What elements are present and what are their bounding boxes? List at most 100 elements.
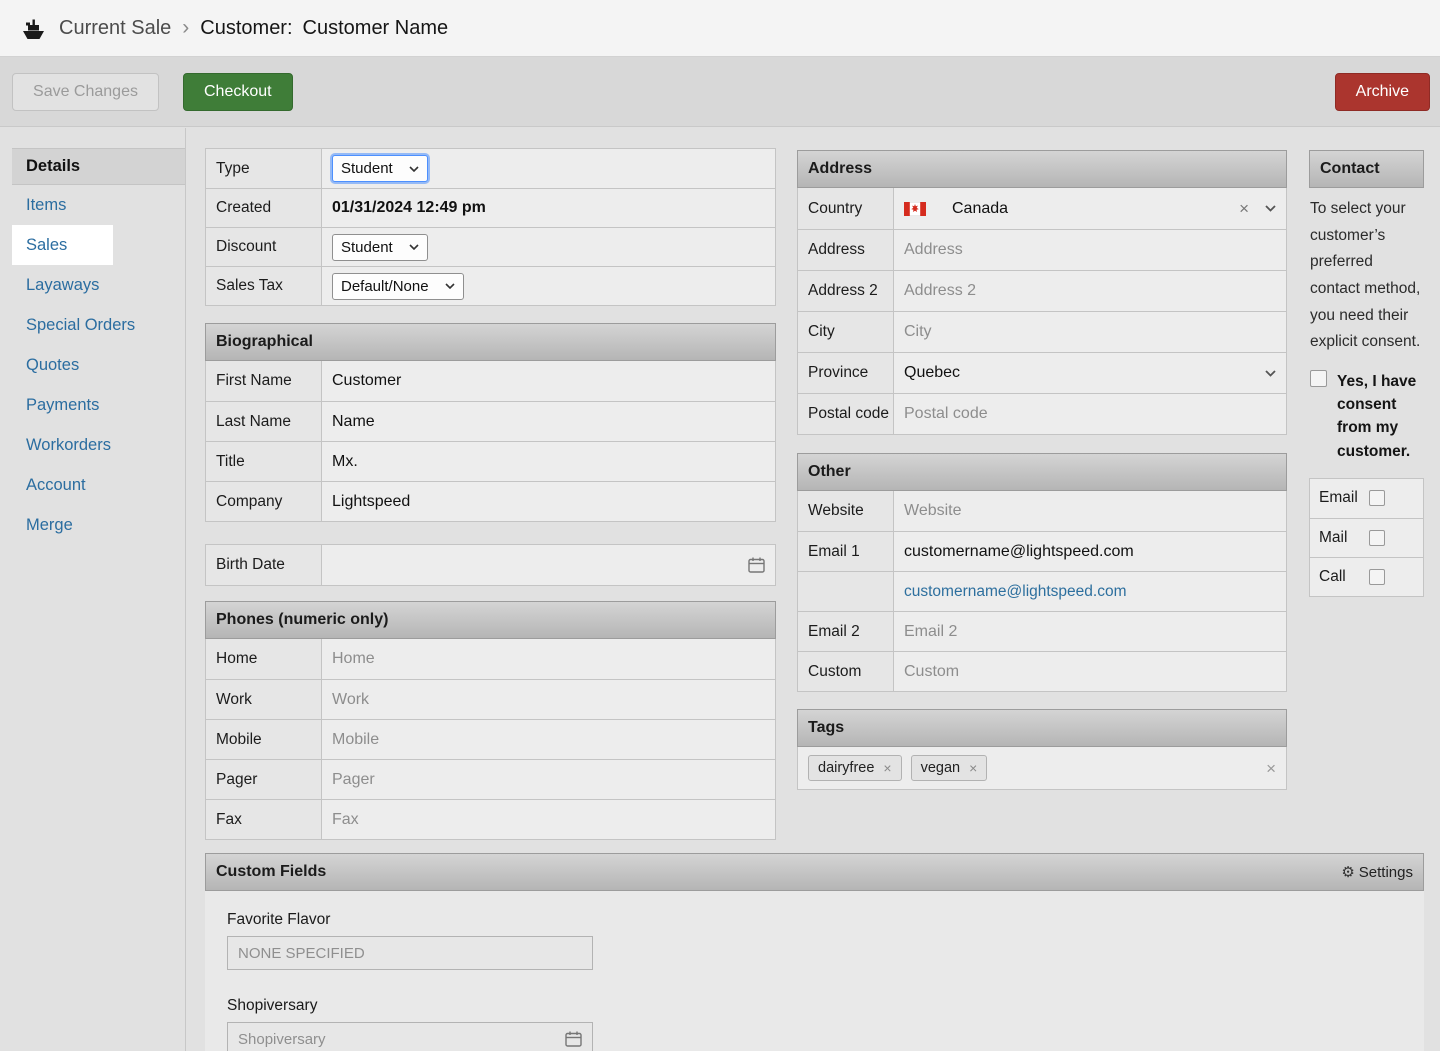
email1-mailto-link[interactable]: customername@lightspeed.com [904, 583, 1127, 601]
custom-input[interactable] [904, 663, 1276, 681]
province-row: Province Quebec [798, 352, 1286, 393]
discount-select[interactable]: Student [332, 234, 428, 261]
province-select[interactable]: Quebec [894, 353, 1286, 393]
customer-name: Customer Name [303, 17, 449, 39]
email1-input[interactable] [904, 543, 1276, 561]
save-changes-button[interactable]: Save Changes [12, 73, 159, 111]
archive-button[interactable]: Archive [1335, 73, 1430, 111]
sales-tax-select-value: Default/None [341, 278, 429, 295]
address-input[interactable] [904, 241, 1276, 259]
chevron-down-icon[interactable] [1265, 205, 1276, 212]
sidebar-item-account[interactable]: Account [12, 465, 185, 505]
consent-checkbox[interactable] [1310, 370, 1327, 387]
sidebar-item-sales[interactable]: Sales [12, 225, 113, 265]
mobile-phone-row: Mobile [206, 719, 775, 759]
tag-chip-dairyfree: dairyfree × [808, 755, 902, 781]
email2-label: Email 2 [798, 612, 894, 651]
other-section-header: Other [797, 453, 1287, 491]
favorite-flavor-input[interactable] [238, 945, 582, 962]
work-phone-label: Work [206, 680, 322, 719]
page-title: Customer:Customer Name [200, 17, 448, 40]
title-label: Title [206, 442, 322, 481]
pager-phone-input[interactable] [332, 771, 765, 789]
shopiversary-label: Shopiversary [227, 997, 1424, 1015]
contact-method-call: Call [1310, 557, 1423, 596]
remove-tag-icon[interactable]: × [883, 761, 891, 775]
birth-date-input[interactable] [332, 556, 748, 574]
sidebar-item-items[interactable]: Items [12, 185, 185, 225]
country-select[interactable]: Canada × [894, 188, 1286, 229]
website-input[interactable] [904, 502, 1276, 520]
fax-phone-row: Fax [206, 799, 775, 839]
gear-icon: ⚙ [1341, 863, 1354, 881]
sidebar-item-special-orders[interactable]: Special Orders [12, 305, 185, 345]
city-input[interactable] [904, 323, 1276, 341]
address-section-header: Address [797, 150, 1287, 188]
remove-tag-icon[interactable]: × [969, 761, 977, 775]
city-label: City [798, 312, 894, 352]
chevron-down-icon [409, 244, 419, 250]
call-method-checkbox[interactable] [1369, 569, 1385, 585]
sales-tax-select[interactable]: Default/None [332, 273, 464, 300]
calendar-icon[interactable] [748, 557, 765, 573]
birth-date-row: Birth Date [206, 545, 775, 585]
pager-phone-row: Pager [206, 759, 775, 799]
country-label: Country [798, 188, 894, 229]
calendar-icon[interactable] [565, 1031, 582, 1047]
work-phone-input[interactable] [332, 691, 765, 709]
email2-input[interactable] [904, 623, 1276, 641]
first-name-input[interactable] [332, 372, 765, 390]
sidebar-item-details[interactable]: Details [12, 148, 185, 185]
home-phone-label: Home [206, 639, 322, 679]
sidebar-item-quotes[interactable]: Quotes [12, 345, 185, 385]
register-ship-icon [20, 17, 47, 40]
sidebar-item-merge[interactable]: Merge [12, 505, 185, 545]
discount-row: Discount Student [206, 227, 775, 266]
title-input[interactable] [332, 453, 765, 471]
mobile-phone-input[interactable] [332, 731, 765, 749]
first-name-row: First Name [206, 361, 775, 401]
clear-tags-icon[interactable]: × [1266, 760, 1276, 777]
consent-row: Yes, I have consent from my customer. [1309, 370, 1424, 463]
shopiversary-field [227, 1022, 593, 1051]
type-select[interactable]: Student [332, 155, 428, 182]
company-input[interactable] [332, 493, 765, 511]
action-toolbar: Save Changes Checkout Archive [0, 57, 1440, 127]
email-method-checkbox[interactable] [1369, 490, 1385, 506]
sidebar-item-layaways[interactable]: Layaways [12, 265, 185, 305]
email1-row: Email 1 [798, 531, 1286, 571]
website-label: Website [798, 491, 894, 531]
first-name-label: First Name [206, 361, 322, 401]
postal-code-input[interactable] [904, 405, 1276, 423]
sidebar-divider [185, 128, 186, 1051]
tags-input-row[interactable]: dairyfree × vegan × × [798, 747, 1286, 789]
email2-row: Email 2 [798, 611, 1286, 651]
custom-row: Custom [798, 651, 1286, 691]
work-phone-row: Work [206, 679, 775, 719]
postal-code-row: Postal code [798, 393, 1286, 434]
mobile-phone-label: Mobile [206, 720, 322, 759]
company-label: Company [206, 482, 322, 521]
custom-label: Custom [798, 652, 894, 691]
sidebar-item-workorders[interactable]: Workorders [12, 425, 185, 465]
chevron-down-icon[interactable] [1265, 370, 1276, 377]
shopiversary-input[interactable] [238, 1031, 565, 1048]
contact-column: Contact To select your customer’s prefer… [1309, 150, 1424, 597]
breadcrumb-current-sale[interactable]: Current Sale [59, 17, 171, 40]
type-select-value: Student [341, 160, 393, 177]
title-row: Title [206, 441, 775, 481]
mail-method-checkbox[interactable] [1369, 530, 1385, 546]
fax-phone-input[interactable] [332, 811, 765, 829]
canada-flag-icon [904, 202, 926, 216]
address2-input[interactable] [904, 282, 1276, 300]
home-phone-input[interactable] [332, 650, 765, 668]
clear-country-icon[interactable]: × [1239, 200, 1249, 217]
top-bar: Current Sale › Customer:Customer Name [0, 0, 1440, 57]
last-name-input[interactable] [332, 413, 765, 431]
email1-label: Email 1 [798, 532, 894, 571]
checkout-button[interactable]: Checkout [183, 73, 293, 111]
sidebar-item-payments[interactable]: Payments [12, 385, 185, 425]
custom-fields-settings-button[interactable]: ⚙ Settings [1341, 863, 1413, 881]
country-value: Canada [952, 200, 1008, 218]
mail-method-label: Mail [1319, 529, 1369, 547]
